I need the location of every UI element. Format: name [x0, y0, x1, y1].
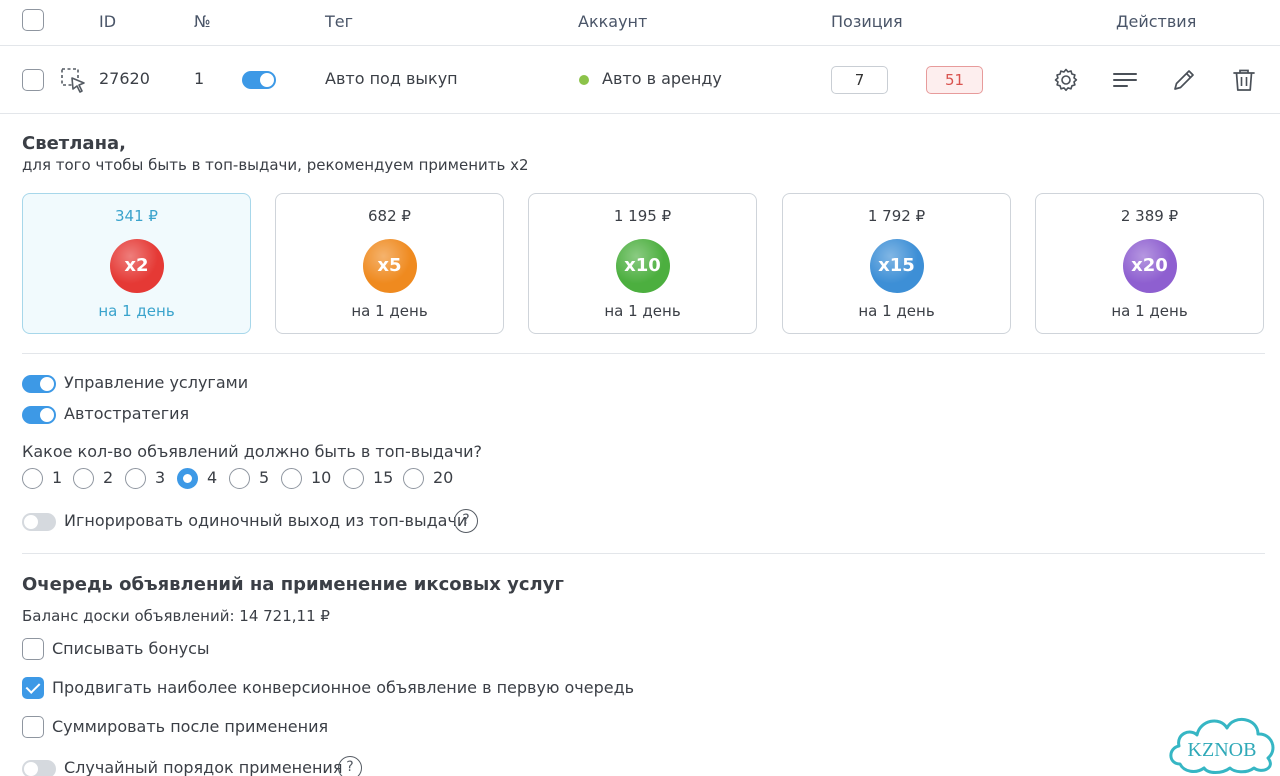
boost-multiplier-badge: x15 [869, 239, 924, 293]
greeting-recommendation: для того чтобы быть в топ-выдачи, рекоме… [22, 156, 529, 174]
divider [22, 553, 1265, 554]
select-all-checkbox[interactable] [22, 9, 44, 31]
row-account: Авто в аренду [602, 69, 722, 88]
logo-text: KZNOB [1188, 739, 1257, 761]
boost-price: 682 ₽ [368, 207, 411, 225]
boost-multiplier-badge: x20 [1122, 239, 1177, 293]
autostrategy-label: Автостратегия [64, 404, 190, 423]
table-row: 27620 1 Авто под выкуп Авто в аренду 7 5… [0, 46, 1280, 114]
top-count-option-label: 10 [311, 468, 332, 487]
boost-multiplier-badge: x2 [109, 239, 164, 293]
boost-card-x15[interactable]: 1 792 ₽ x15 на 1 день [782, 193, 1011, 334]
top-count-radio-15[interactable] [343, 468, 364, 489]
help-question-icon[interactable]: ? [454, 509, 478, 533]
target-position-input[interactable]: 7 [831, 66, 888, 94]
boost-multiplier-badge: x10 [615, 239, 670, 293]
delete-trash-icon[interactable] [1230, 66, 1258, 94]
sum-after-apply-label: Суммировать после применения [52, 717, 329, 736]
help-question-icon[interactable]: ? [338, 756, 362, 776]
top-count-radio-3[interactable] [125, 468, 146, 489]
ignore-single-exit-label: Игнорировать одиночный выход из топ-выда… [64, 511, 468, 530]
header-tag[interactable]: Тег [325, 12, 353, 31]
top-count-radio-5[interactable] [229, 468, 250, 489]
top-count-option-label: 4 [207, 468, 218, 487]
greeting-name: Светлана, [22, 133, 126, 154]
boost-price: 2 389 ₽ [1120, 207, 1179, 225]
top-count-option-label: 3 [155, 468, 166, 487]
top-count-radio-2[interactable] [73, 468, 94, 489]
top-count-radio-1[interactable] [22, 468, 43, 489]
boost-period: на 1 день [1111, 302, 1188, 320]
boost-multiplier-badge: x5 [362, 239, 417, 293]
account-status-dot [579, 75, 589, 85]
top-count-option-label: 5 [259, 468, 270, 487]
top-count-option-label: 20 [433, 468, 454, 487]
top-count-option-label: 2 [103, 468, 114, 487]
queue-title: Очередь объявлений на применение иксовых… [22, 574, 564, 595]
top-count-radio-10[interactable] [281, 468, 302, 489]
services-label: Управление услугами [64, 373, 249, 392]
header-id[interactable]: ID [99, 12, 116, 31]
boost-card-x2[interactable]: 341 ₽ x2 на 1 день [22, 193, 251, 334]
boost-card-x20[interactable]: 2 389 ₽ x20 на 1 день [1035, 193, 1264, 334]
boost-price: 341 ₽ [115, 207, 158, 225]
row-tag: Авто под выкуп [325, 69, 458, 88]
boost-card-x5[interactable]: 682 ₽ x5 на 1 день [275, 193, 504, 334]
boost-card-x10[interactable]: 1 195 ₽ x10 на 1 день [528, 193, 757, 334]
top-count-radio-20[interactable] [403, 468, 424, 489]
ignore-single-exit-toggle[interactable] [22, 513, 56, 531]
row-id: 27620 [99, 69, 150, 88]
current-position-badge: 51 [926, 66, 983, 94]
top-count-radio-4[interactable] [177, 468, 198, 489]
list-lines-icon[interactable] [1111, 66, 1139, 94]
row-number: 1 [194, 69, 205, 88]
services-toggle[interactable] [22, 375, 56, 393]
header-actions: Действия [1116, 12, 1197, 31]
boost-price: 1 792 ₽ [867, 207, 926, 225]
header-account[interactable]: Аккаунт [578, 12, 647, 31]
divider [22, 353, 1265, 354]
top-count-question: Какое кол-во объявлений должно быть в то… [22, 442, 483, 461]
header-number[interactable]: № [194, 12, 211, 31]
settings-gear-icon[interactable] [1052, 66, 1080, 94]
header-position[interactable]: Позиция [831, 12, 903, 31]
board-balance: Баланс доски объявлений: 14 721,11 ₽ [22, 607, 330, 625]
promote-conversion-label: Продвигать наиболее конверсионное объявл… [52, 678, 635, 697]
use-bonuses-label: Списывать бонусы [52, 639, 210, 658]
boost-period: на 1 день [604, 302, 681, 320]
kznob-cloud-logo: KZNOB [1169, 718, 1275, 774]
row-active-toggle[interactable] [242, 71, 276, 89]
autostrategy-toggle[interactable] [22, 406, 56, 424]
promote-conversion-checkbox[interactable] [22, 677, 44, 699]
boost-period: на 1 день [98, 302, 175, 320]
boost-price: 1 195 ₽ [613, 207, 672, 225]
boost-period: на 1 день [858, 302, 935, 320]
boost-period: на 1 день [351, 302, 428, 320]
row-checkbox[interactable] [22, 69, 44, 91]
random-order-toggle[interactable] [22, 760, 56, 776]
top-count-option-label: 1 [52, 468, 63, 487]
use-bonuses-checkbox[interactable] [22, 638, 44, 660]
edit-pencil-icon[interactable] [1170, 66, 1198, 94]
random-order-label: Случайный порядок применения [64, 758, 343, 776]
top-count-option-label: 15 [373, 468, 394, 487]
table-header: ID № Тег Аккаунт Позиция Действия [0, 0, 1280, 46]
drag-select-icon[interactable] [60, 67, 88, 95]
sum-after-apply-checkbox[interactable] [22, 716, 44, 738]
